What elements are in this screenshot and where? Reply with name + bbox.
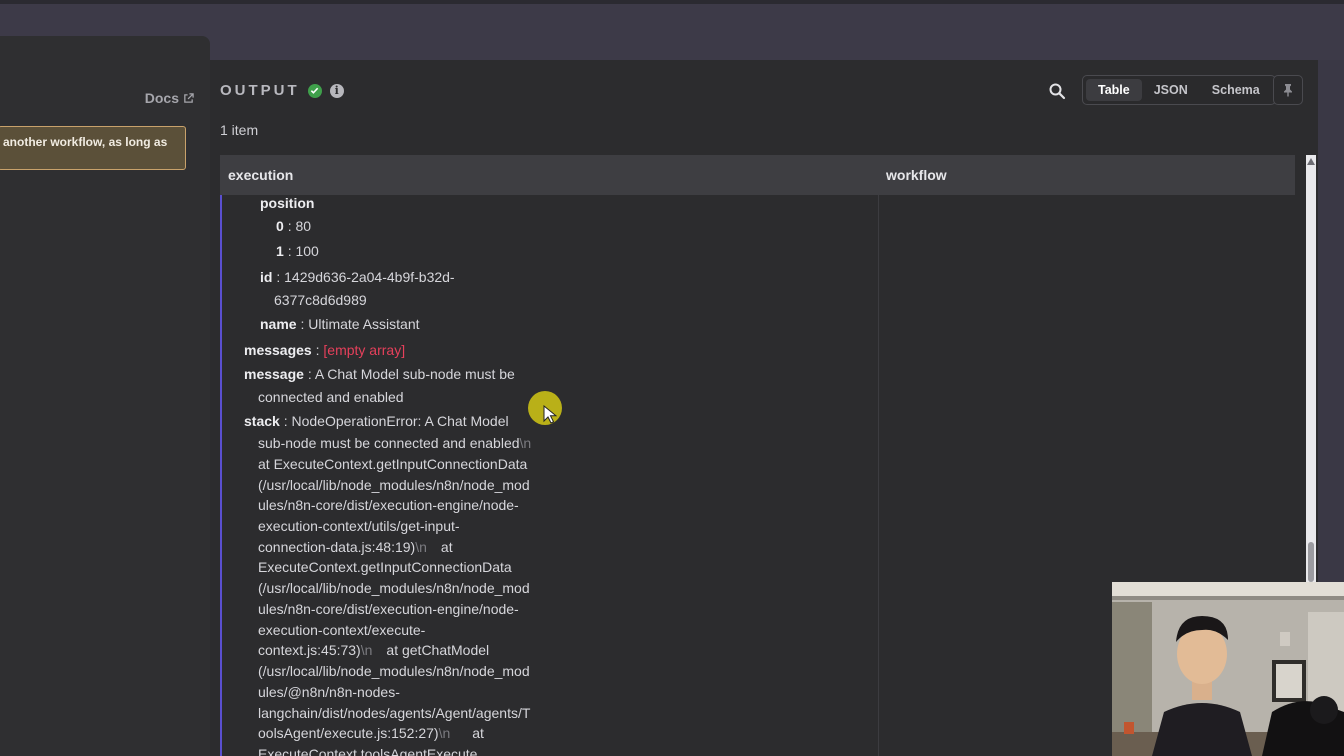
stack-line: (/usr/local/lib/node_modules/n8n/node_mo… (258, 477, 530, 493)
tab-json[interactable]: JSON (1142, 79, 1200, 101)
stack-line: ules/n8n-core/dist/execution-engine/node… (258, 601, 519, 617)
stack-line: context.js:45:73)\n at getChatModel (258, 642, 489, 658)
output-title: OUTPUT (220, 82, 300, 99)
key-0: 0 (276, 218, 284, 234)
newline-token: \n (519, 435, 532, 451)
search-icon[interactable] (1048, 82, 1066, 100)
key-id: id (260, 269, 273, 285)
webcam-overlay (1112, 582, 1344, 756)
stack-text: context.js:45:73) (258, 642, 361, 658)
tree-row-position: position (260, 195, 314, 211)
stack-line: ExecuteContext.getInputConnectionData (258, 559, 512, 575)
vertical-scrollbar[interactable] (1306, 155, 1316, 585)
key-messages: messages (244, 342, 312, 358)
info-icon[interactable]: i (329, 83, 344, 98)
docs-label: Docs (144, 90, 179, 106)
value-message: : A Chat Model sub-node must be (307, 366, 515, 382)
tree-row-stack: stack : NodeOperationError: A Chat Model (244, 413, 509, 429)
stack-text: oolsAgent/execute.js:152:27) (258, 725, 439, 741)
stack-line: connection-data.js:48:19)\n at (258, 539, 453, 555)
value-messages: [empty array] (323, 342, 406, 358)
table-header: execution workflow (220, 155, 1295, 195)
at-token: at (440, 539, 453, 555)
column-header-workflow[interactable]: workflow (886, 167, 947, 183)
stack-line: (/usr/local/lib/node_modules/n8n/node_mo… (258, 580, 530, 596)
key-message: message (244, 366, 304, 382)
external-link-icon (184, 92, 194, 103)
output-header: OUTPUT i (220, 82, 344, 99)
column-header-execution[interactable]: execution (228, 167, 293, 183)
stack-line: at ExecuteContext.getInputConnectionData (258, 456, 528, 472)
tree-row-name: name : Ultimate Assistant (260, 316, 420, 332)
docs-link[interactable]: Docs (145, 90, 194, 106)
pin-icon (1284, 84, 1292, 97)
messages-separator: : (311, 342, 324, 358)
view-mode-switch: Table JSON Schema (1082, 75, 1276, 105)
tab-table[interactable]: Table (1086, 79, 1142, 101)
key-stack: stack (244, 413, 280, 429)
stack-line: ules/@n8n/n8n-nodes- (258, 684, 400, 700)
scrollbar-thumb[interactable] (1308, 542, 1314, 582)
item-count: 1 item (220, 122, 259, 138)
stack-line: ules/n8n-core/dist/execution-engine/node… (258, 497, 519, 513)
value-id: : 1429d636-2a04-4b9f-b32d- (276, 269, 455, 285)
tree-row-position-0: 0 : 80 (276, 218, 311, 234)
column-divider (878, 195, 879, 756)
notice-callout: another workflow, as long as (0, 126, 186, 170)
mouse-cursor-icon (543, 405, 557, 424)
at-getchatmodel: at getChatModel (386, 642, 490, 658)
key-position: position (260, 195, 315, 211)
app-top-border (0, 0, 1344, 4)
stack-line: langchain/dist/nodes/agents/Agent/agents… (258, 705, 531, 721)
stack-text: sub-node must be connected and enabled (258, 435, 520, 451)
scroll-up-arrow-icon[interactable] (1307, 158, 1315, 165)
stack-line: execution-context/utils/get-input- (258, 518, 460, 534)
stack-line: sub-node must be connected and enabled\n (258, 435, 531, 451)
value-0: : 80 (287, 218, 312, 234)
stack-line: (/usr/local/lib/node_modules/n8n/node_mo… (258, 663, 530, 679)
tree-row-id-cont: 6377c8d6d989 (274, 292, 367, 308)
tree-row-message: message : A Chat Model sub-node must be (244, 366, 515, 382)
pin-data-button[interactable] (1273, 75, 1303, 105)
notice-text: another workflow, as long as (3, 135, 168, 149)
stack-line: execution-context/execute- (258, 622, 426, 638)
stack-line: oolsAgent/execute.js:152:27)\n at (258, 725, 484, 741)
at-token: at (472, 725, 484, 741)
key-name: name (260, 316, 297, 332)
tree-row-messages: messages : [empty array] (244, 342, 405, 358)
presenter-video-image (1112, 582, 1344, 756)
success-check-icon (307, 83, 322, 98)
tree-row-message-cont: connected and enabled (258, 389, 404, 405)
node-parameters-panel: Docs another workflow, as long as (0, 36, 210, 756)
value-name: : Ultimate Assistant (300, 316, 420, 332)
newline-token: \n (438, 725, 451, 741)
tree-row-id: id : 1429d636-2a04-4b9f-b32d- (260, 269, 455, 285)
value-1: : 100 (287, 243, 319, 259)
key-1: 1 (276, 243, 284, 259)
tree-row-position-1: 1 : 100 (276, 243, 319, 259)
newline-token: \n (415, 539, 427, 555)
stack-line: ExecuteContext.toolsAgentExecute (258, 746, 478, 756)
stack-text: connection-data.js:48:19) (258, 539, 416, 555)
newline-token: \n (360, 642, 373, 658)
value-stack: : NodeOperationError: A Chat Model (283, 413, 509, 429)
tab-schema[interactable]: Schema (1200, 79, 1272, 101)
